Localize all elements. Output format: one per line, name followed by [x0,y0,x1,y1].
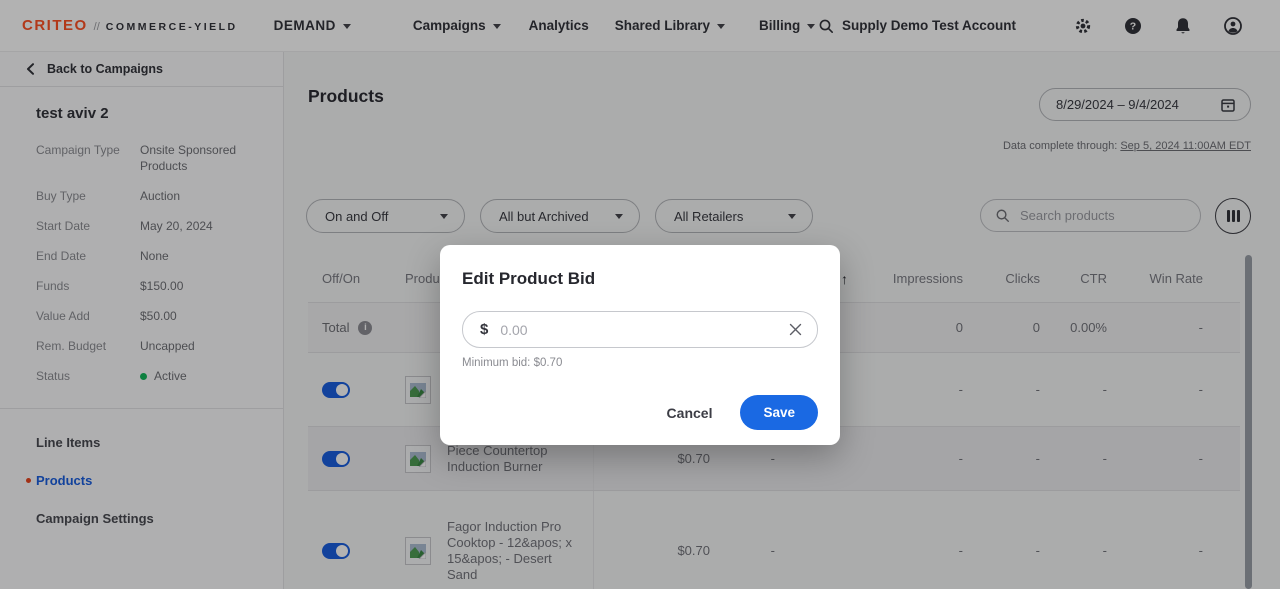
clear-input-button[interactable] [789,323,802,336]
modal-actions: Cancel Save [462,395,818,430]
edit-product-bid-modal: Edit Product Bid $ Minimum bid: $0.70 Ca… [440,245,840,445]
bid-amount-input[interactable] [500,322,777,338]
modal-title: Edit Product Bid [462,269,818,289]
minimum-bid-helper: Minimum bid: $0.70 [462,357,818,369]
cancel-button[interactable]: Cancel [667,405,713,421]
save-button[interactable]: Save [740,395,818,430]
bid-amount-field[interactable]: $ [462,311,818,348]
currency-symbol: $ [480,321,488,338]
app-screen: CRITEO // COMMERCE-YIELD DEMAND Campaign… [0,0,1280,589]
close-icon [789,323,802,336]
